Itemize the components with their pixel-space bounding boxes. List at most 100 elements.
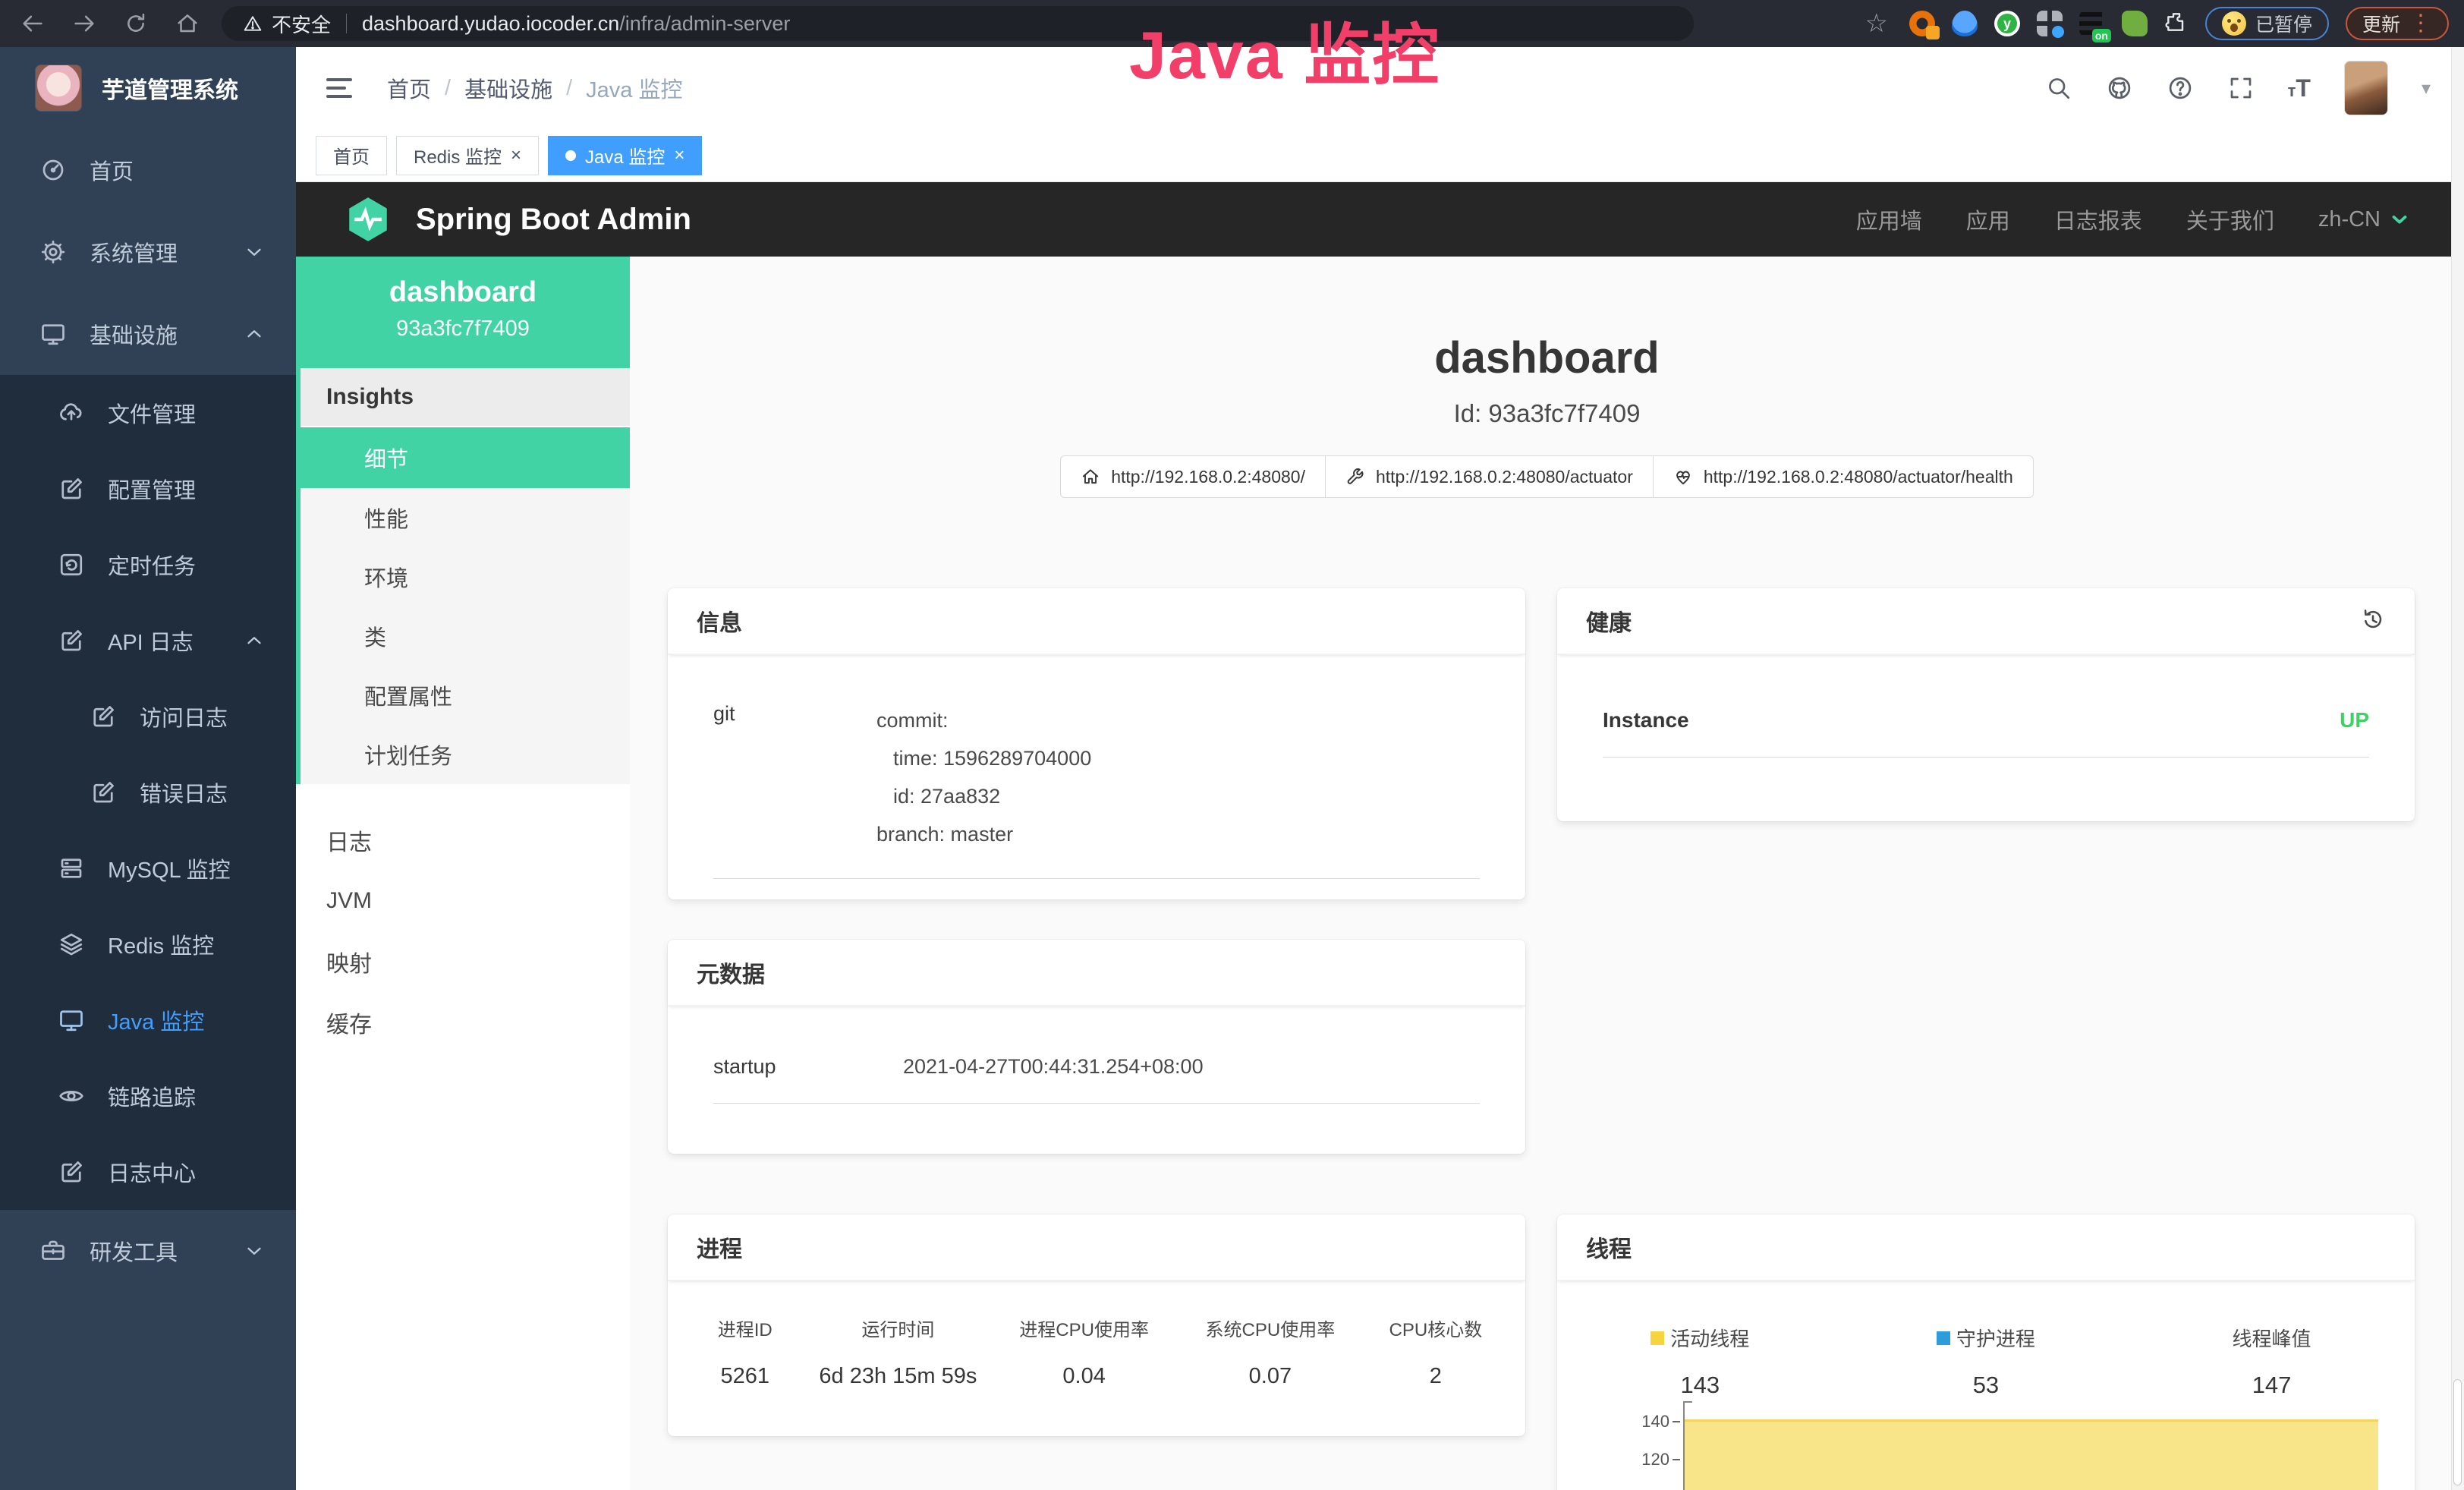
- page-tab-bar: 首页 Redis 监控 × Java 监控 ×: [296, 129, 2464, 182]
- history-icon[interactable]: [2360, 606, 2386, 632]
- instance-header[interactable]: dashboard 93a3fc7f7409: [296, 257, 630, 368]
- sba-brand[interactable]: Spring Boot Admin: [416, 203, 691, 237]
- sba-menu-classes[interactable]: 类: [301, 606, 630, 666]
- sidebar-item-config[interactable]: 配置管理: [0, 451, 296, 527]
- sba-menu-details[interactable]: 细节: [301, 427, 630, 488]
- process-value-proc-cpu: 0.04: [989, 1364, 1179, 1389]
- sidebar-item-home[interactable]: 首页: [0, 129, 296, 211]
- sba-locale-select[interactable]: zh-CN: [2318, 207, 2411, 232]
- chevron-down-icon: [2388, 208, 2411, 231]
- eye-icon: [58, 1082, 85, 1110]
- actuator-url-button[interactable]: http://192.168.0.2:48080/actuator: [1326, 455, 1654, 498]
- sidebar-item-api-log[interactable]: API 日志: [0, 603, 296, 679]
- hamburger-icon[interactable]: [326, 78, 352, 98]
- sidebar-item-file[interactable]: 文件管理: [0, 375, 296, 451]
- app-logo-row[interactable]: 芋道管理系统: [0, 47, 296, 129]
- chrome-menu-icon[interactable]: ⋮: [2409, 12, 2432, 35]
- url-path: /infra/admin-server: [619, 12, 790, 36]
- back-icon[interactable]: [20, 11, 46, 36]
- help-icon[interactable]: [2167, 74, 2194, 102]
- process-header-cores: CPU核心数: [1361, 1315, 1510, 1341]
- profile-paused-chip[interactable]: 已暂停: [2205, 7, 2329, 40]
- tab-home[interactable]: 首页: [316, 136, 387, 175]
- sidebar-item-system[interactable]: 系统管理: [0, 211, 296, 293]
- address-bar[interactable]: 不安全 dashboard.yudao.iocoder.cn/infra/adm…: [222, 6, 1694, 41]
- avatar-caret-icon[interactable]: ▾: [2422, 77, 2431, 99]
- log-icon: [90, 779, 117, 806]
- log-icon: [58, 1158, 85, 1186]
- process-value-cores: 2: [1361, 1364, 1510, 1389]
- close-icon[interactable]: ×: [511, 145, 521, 166]
- sidebar-item-trace[interactable]: 链路追踪: [0, 1058, 296, 1134]
- toolbox-icon: [39, 1237, 67, 1265]
- chevron-up-icon: [243, 629, 266, 652]
- bookmark-star-icon[interactable]: ☆: [1865, 8, 1887, 39]
- breadcrumb: 首页 / 基础设施 / Java 监控: [387, 72, 682, 104]
- sba-menu-mappings[interactable]: 映射: [296, 931, 630, 992]
- home-icon[interactable]: [175, 11, 200, 36]
- extension-green-icon[interactable]: [2122, 11, 2148, 36]
- sba-menu-logs[interactable]: 日志: [296, 810, 630, 871]
- page-scrollbar[interactable]: [2451, 47, 2464, 1490]
- github-icon[interactable]: [2106, 74, 2133, 102]
- fullscreen-icon[interactable]: [2227, 74, 2255, 102]
- health-card-title: 健康: [1586, 604, 1632, 638]
- sba-nav-about[interactable]: 关于我们: [2186, 203, 2274, 235]
- health-url-button[interactable]: http://192.168.0.2:48080/actuator/health: [1654, 455, 2034, 498]
- sidebar-item-access-log[interactable]: 访问日志: [0, 679, 296, 754]
- sidebar-item-infra[interactable]: 基础设施: [0, 293, 296, 375]
- search-icon[interactable]: [2045, 74, 2072, 102]
- gauge-icon: [39, 156, 67, 184]
- threads-stats: 活动线程 143 守护进程 53 线程峰值 147: [1557, 1281, 2415, 1399]
- sba-main: dashboard Id: 93a3fc7f7409 http://192.16…: [630, 257, 2464, 1490]
- sba-menu-caches[interactable]: 缓存: [296, 992, 630, 1053]
- annotation-java-monitor: Java 监控: [1129, 2, 1440, 98]
- legend-daemon-threads-label: 守护进程: [1956, 1324, 2035, 1352]
- sba-nav-wallboard[interactable]: 应用墙: [1856, 203, 1922, 235]
- font-size-icon[interactable]: тT: [2288, 74, 2311, 102]
- app-sidebar: 芋道管理系统 首页 系统管理 基础设施 文件管理 配置管理 定时任务 API 日…: [0, 47, 296, 1490]
- info-card: 信息 git commit: time: 1596289704000 id: 2…: [668, 588, 1525, 899]
- extension-y-icon[interactable]: y: [1994, 11, 2020, 36]
- status-badge: UP: [2340, 708, 2369, 732]
- sidebar-item-devtools[interactable]: 研发工具: [0, 1210, 296, 1292]
- not-secure-label: 不安全: [272, 10, 331, 38]
- layers-icon: [58, 931, 85, 958]
- breadcrumb-home[interactable]: 首页: [387, 72, 431, 104]
- sidebar-item-java[interactable]: Java 监控: [0, 982, 296, 1058]
- service-url-button[interactable]: http://192.168.0.2:48080/: [1060, 455, 1326, 498]
- sidebar-item-log-center[interactable]: 日志中心: [0, 1134, 296, 1210]
- tab-redis-monitor[interactable]: Redis 监控 ×: [396, 136, 539, 175]
- sba-menu-jvm[interactable]: JVM: [296, 871, 630, 931]
- monitor-icon: [58, 1006, 85, 1034]
- close-icon[interactable]: ×: [674, 145, 684, 166]
- sba-nav-journal[interactable]: 日志报表: [2054, 203, 2142, 235]
- user-avatar[interactable]: [2344, 61, 2388, 115]
- sidebar-item-error-log[interactable]: 错误日志: [0, 754, 296, 830]
- scrollbar-thumb[interactable]: [2453, 1379, 2462, 1485]
- process-value-uptime: 6d 23h 15m 59s: [807, 1364, 990, 1389]
- chrome-update-button[interactable]: 更新 ⋮: [2346, 7, 2449, 40]
- sba-menu-metrics[interactable]: 性能: [301, 488, 630, 547]
- sidebar-item-redis[interactable]: Redis 监控: [0, 906, 296, 982]
- sba-menu-scheduled-tasks[interactable]: 计划任务: [301, 725, 630, 784]
- sidebar-item-job[interactable]: 定时任务: [0, 527, 296, 603]
- extension-list-icon[interactable]: on: [2079, 11, 2105, 36]
- sba-menu-environment[interactable]: 环境: [301, 547, 630, 606]
- extension-pin-icon[interactable]: [1952, 11, 1978, 36]
- extensions-puzzle-icon[interactable]: [2164, 10, 2189, 38]
- breadcrumb-infra[interactable]: 基础设施: [464, 72, 552, 104]
- threads-chart: 140 120 100: [1625, 1401, 2378, 1490]
- instance-name: dashboard: [296, 276, 630, 309]
- sba-nav-applications[interactable]: 应用: [1966, 203, 2010, 235]
- edit-icon: [58, 475, 85, 502]
- forward-icon[interactable]: [71, 11, 97, 36]
- extension-orange-icon[interactable]: [1909, 11, 1935, 36]
- sidebar-item-mysql[interactable]: MySQL 监控: [0, 830, 296, 906]
- sba-menu-config-props[interactable]: 配置属性: [301, 666, 630, 725]
- reload-icon[interactable]: [123, 11, 149, 36]
- extension-grid-icon[interactable]: [2037, 11, 2063, 36]
- tab-java-monitor[interactable]: Java 监控 ×: [548, 136, 702, 175]
- legend-daemon-threads-swatch: [1937, 1331, 1950, 1345]
- info-git-row: git commit: time: 1596289704000 id: 27aa…: [713, 702, 1480, 879]
